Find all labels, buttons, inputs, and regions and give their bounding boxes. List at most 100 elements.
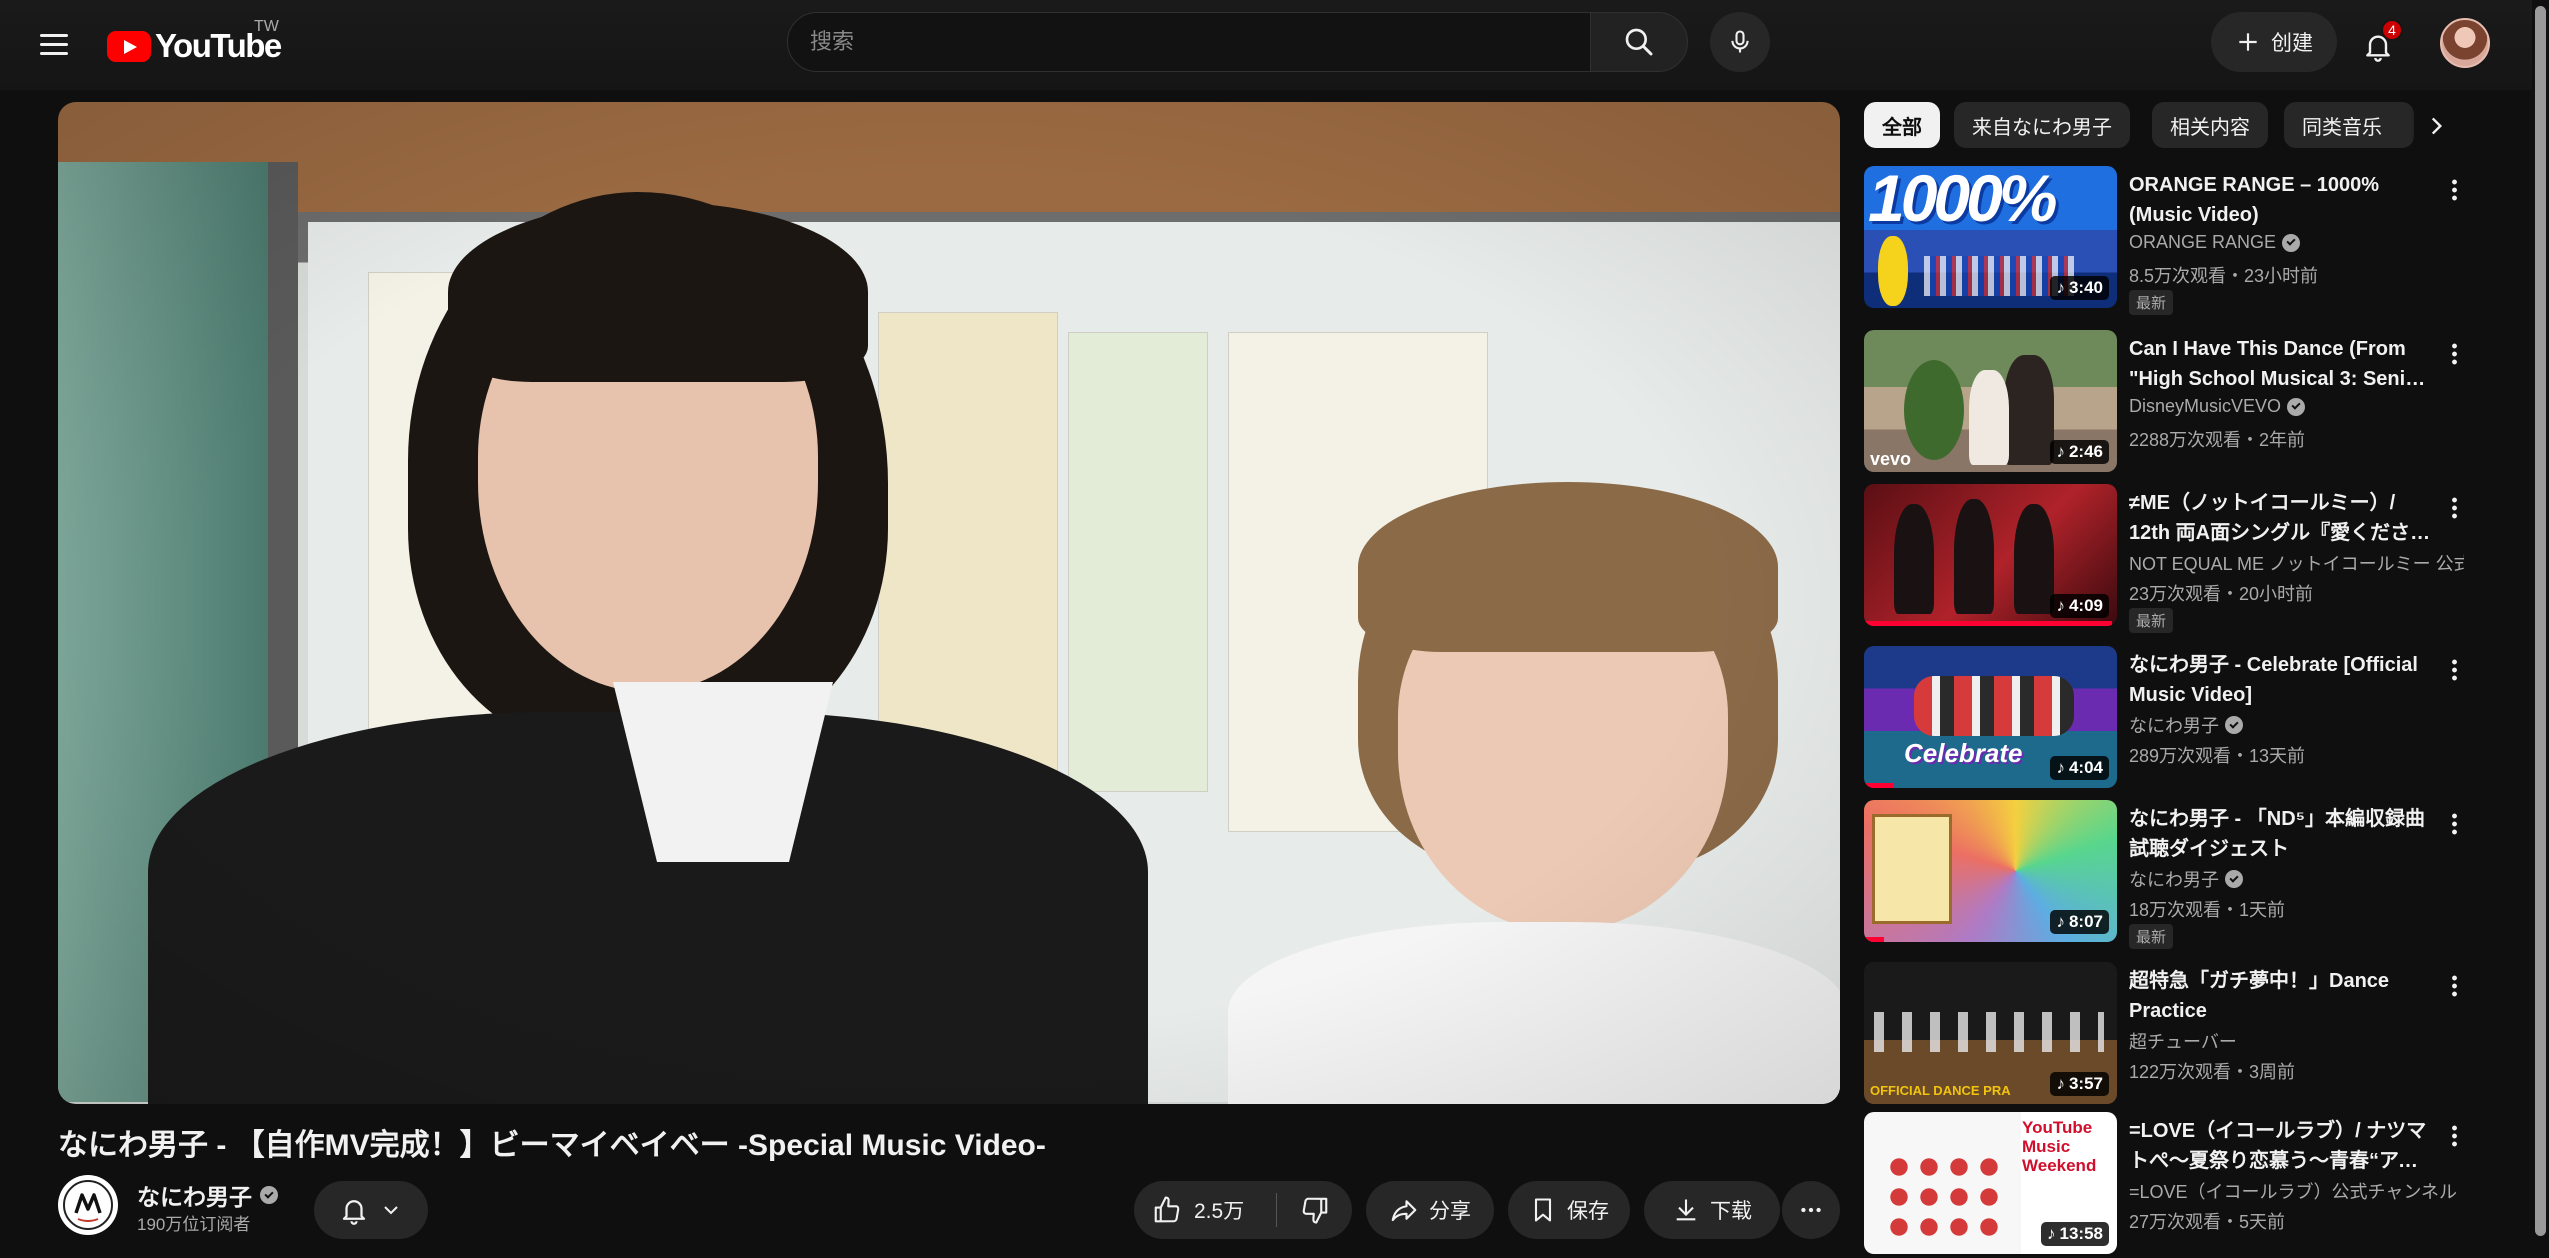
download-icon — [1676, 1199, 1696, 1221]
new-badge: 最新 — [2129, 924, 2174, 949]
duration-badge: ♪ 4:04 — [2050, 756, 2109, 780]
more-actions-button[interactable] — [1782, 1181, 1840, 1239]
scrollbar-thumb[interactable] — [2535, 6, 2546, 1236]
more-vertical-icon — [2451, 974, 2457, 998]
recommendation-item[interactable]: vevo ♪ 2:46 Can I Have This Dance (From "… — [1864, 330, 2464, 476]
recommendation-channel: なにわ男子 — [2129, 712, 2464, 738]
verified-icon — [260, 1186, 278, 1204]
video-thumbnail: ♪ 4:09 — [1864, 484, 2117, 626]
chevron-down-icon — [384, 1206, 398, 1215]
thumbnail-text: 1000% — [1868, 166, 2058, 235]
thumbnail-text: OFFICIAL DANCE PRA — [1870, 1083, 2011, 1098]
more-options-button[interactable] — [2439, 966, 2469, 1006]
music-note-icon: ♪ — [2056, 596, 2065, 615]
video-title: なにわ男子 - 【自作MV完成！】ビーマイベイベー -Special Music… — [58, 1129, 1046, 1162]
more-options-button[interactable] — [2439, 1116, 2469, 1156]
more-vertical-icon — [2451, 178, 2457, 202]
chip-from-channel[interactable]: 来自なにわ男子 — [1954, 102, 2130, 148]
recommendation-channel: 超チューバー — [2129, 1032, 2237, 1052]
chip-similar-music[interactable]: 同类音乐 — [2284, 102, 2414, 148]
chip-all[interactable]: 全部 — [1864, 102, 1940, 148]
more-vertical-icon — [2451, 812, 2457, 836]
recommendation-item[interactable]: 1000% ♪ 3:40 ORANGE RANGE – 1000% (Music … — [1864, 166, 2464, 315]
recommendation-meta: 8.5万次观看・23小时前 — [2129, 266, 2319, 286]
menu-icon — [40, 34, 68, 37]
like-dislike-group: 2.5万 — [1134, 1181, 1352, 1239]
recommendation-meta: 122万次观看・3周前 — [2129, 1062, 2296, 1082]
notification-count-badge: 4 — [2381, 19, 2403, 41]
recommendation-title: なにわ男子 - Celebrate [Official Music Video] — [2129, 654, 2418, 706]
share-label: 分享 — [1429, 1200, 1471, 1223]
chevron-right-icon — [2431, 117, 2443, 135]
music-note-icon: ♪ — [2056, 278, 2065, 297]
channel-avatar[interactable] — [58, 1175, 118, 1235]
save-button[interactable]: 保存 — [1508, 1181, 1630, 1239]
more-vertical-icon — [2451, 342, 2457, 366]
recommendation-item[interactable]: ♪ 8:07 なにわ男子 - 「ND⁵」本編収録曲 試聴ダイジェスト なにわ男子 … — [1864, 800, 2464, 949]
subscription-bell-button[interactable] — [314, 1181, 428, 1239]
music-note-icon: ♪ — [2047, 1224, 2056, 1243]
recommendation-item[interactable]: Celebrate ♪ 4:04 なにわ男子 - Celebrate [Offic… — [1864, 646, 2464, 792]
channel-name-link[interactable]: なにわ男子 — [137, 1178, 278, 1212]
more-options-button[interactable] — [2439, 170, 2469, 210]
recommendation-title: 超特急「ガチ夢中！」Dance Practice — [2129, 970, 2390, 1022]
more-vertical-icon — [2451, 496, 2457, 520]
download-label: 下载 — [1710, 1200, 1752, 1223]
download-button[interactable]: 下载 — [1644, 1181, 1780, 1239]
voice-search-button[interactable] — [1710, 12, 1770, 72]
region-code: TW — [254, 18, 279, 35]
video-thumbnail: ♪ 8:07 — [1864, 800, 2117, 942]
more-options-button[interactable] — [2439, 488, 2469, 528]
recommendation-item[interactable]: YouTube Music Weekend ♪ 13:58 =LOVE（イコールラ… — [1864, 1112, 2464, 1258]
video-thumbnail: Celebrate ♪ 4:04 — [1864, 646, 2117, 788]
recommendation-meta: 23万次观看・20小时前 — [2129, 584, 2314, 604]
recommendation-channel: NOT EQUAL ME ノットイコールミー 公式 — [2129, 554, 2464, 574]
new-badge: 最新 — [2129, 608, 2174, 633]
video-thumbnail: vevo ♪ 2:46 — [1864, 330, 2117, 472]
youtube-play-icon — [107, 30, 151, 62]
watch-progress-bar — [1864, 783, 1895, 788]
like-button[interactable]: 2.5万 — [1134, 1181, 1276, 1239]
video-thumbnail: 1000% ♪ 3:40 — [1864, 166, 2117, 308]
recommendation-title: Can I Have This Dance (From "High School… — [2129, 338, 2426, 390]
share-button[interactable]: 分享 — [1366, 1181, 1494, 1239]
thumbs-down-icon — [1302, 1197, 1327, 1224]
recommendation-meta: 289万次观看・13天前 — [2129, 746, 2306, 766]
account-avatar[interactable] — [2440, 18, 2490, 68]
channel-name: なにわ男子 — [137, 1184, 252, 1210]
recommendation-item[interactable]: OFFICIAL DANCE PRA ♪ 3:57 超特急「ガチ夢中！」Dance… — [1864, 962, 2464, 1108]
recommendation-title: ORANGE RANGE – 1000% (Music Video) — [2129, 174, 2380, 226]
channel-logo-icon — [63, 1180, 113, 1230]
more-options-button[interactable] — [2439, 804, 2469, 844]
menu-button[interactable] — [26, 22, 82, 68]
music-note-icon: ♪ — [2056, 912, 2065, 931]
recommendation-channel: =LOVE（イコールラブ）公式チャンネル — [2129, 1182, 2457, 1202]
recommendation-channel: ORANGE RANGE — [2129, 232, 2464, 253]
recommendation-item[interactable]: ♪ 4:09 ≠ME（ノットイコールミー）/ 12th 両A面シングル『愛ください… — [1864, 484, 2464, 633]
search-button[interactable] — [1590, 12, 1688, 72]
duration-badge: ♪ 2:46 — [2050, 440, 2109, 464]
subscriber-count: 190万位订阅者 — [137, 1215, 251, 1234]
recommendation-title: =LOVE（イコールラブ）/ ナツマトぺ〜夏祭り恋慕う〜青春“アイドル編” — [2129, 1120, 2427, 1172]
search-input[interactable] — [787, 12, 1591, 72]
duration-badge: ♪ 3:40 — [2050, 276, 2109, 300]
microphone-icon — [1731, 30, 1749, 53]
page-scrollbar[interactable] — [2532, 0, 2549, 1242]
music-note-icon: ♪ — [2056, 1074, 2065, 1093]
chip-related[interactable]: 相关内容 — [2152, 102, 2268, 148]
chips-next-button[interactable] — [2410, 100, 2462, 152]
recommendation-title: なにわ男子 - 「ND⁵」本編収録曲 試聴ダイジェスト — [2129, 808, 2426, 860]
share-icon — [1391, 1200, 1417, 1222]
dislike-button[interactable] — [1277, 1181, 1352, 1239]
video-player[interactable] — [58, 102, 1840, 1104]
recommendation-meta: 27万次观看・5天前 — [2129, 1212, 2286, 1232]
search-icon — [1625, 28, 1653, 56]
more-options-button[interactable] — [2439, 650, 2469, 690]
music-note-icon: ♪ — [2056, 442, 2065, 461]
more-options-button[interactable] — [2439, 334, 2469, 374]
create-button[interactable]: 创建 — [2211, 12, 2337, 72]
create-label: 创建 — [2271, 32, 2313, 55]
new-badge: 最新 — [2129, 290, 2174, 315]
watch-progress-bar — [1864, 621, 2112, 626]
verified-icon — [2287, 397, 2306, 416]
